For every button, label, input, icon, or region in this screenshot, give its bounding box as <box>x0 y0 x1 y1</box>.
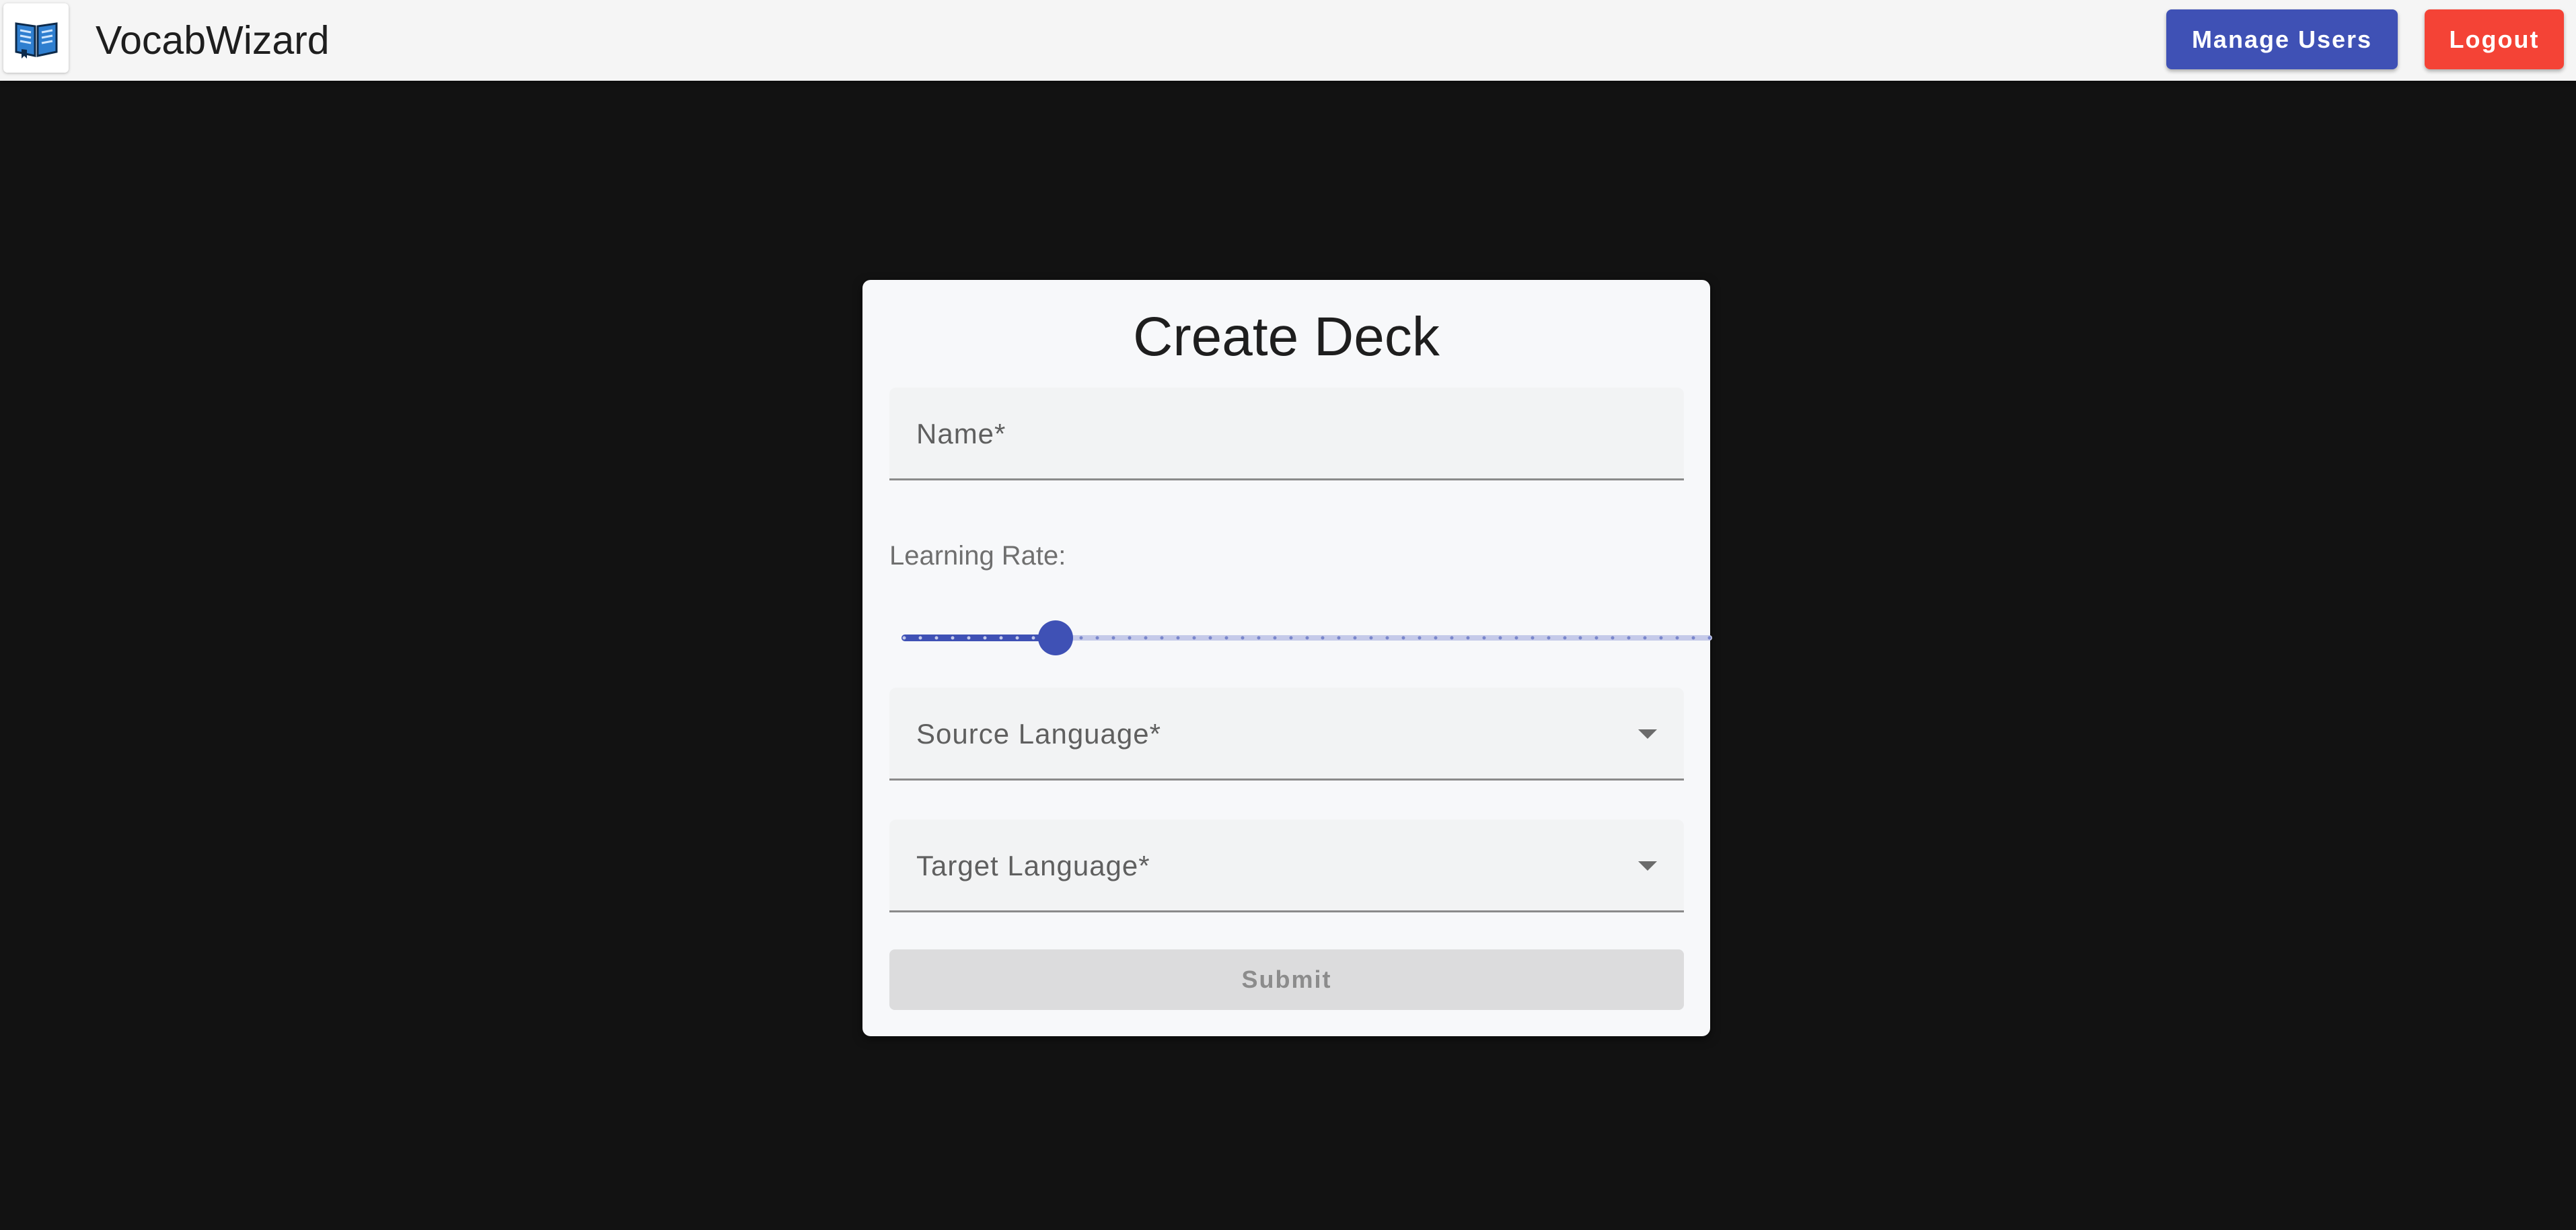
slider-tick <box>1659 636 1663 640</box>
app-title: VocabWizard <box>96 18 330 63</box>
slider-tick <box>1627 636 1631 640</box>
slider-tick <box>1691 636 1695 640</box>
slider-tick <box>1514 636 1518 640</box>
slider-tick <box>1015 636 1019 640</box>
slider-tick <box>1385 636 1389 640</box>
learning-rate-label: Learning Rate: <box>889 541 1066 571</box>
slider-tick <box>1369 636 1373 640</box>
slider-tick <box>1176 636 1180 640</box>
slider-tick <box>1208 636 1212 640</box>
name-field-label: Name* <box>916 418 1006 449</box>
slider-tick <box>967 636 971 640</box>
caret-down-icon <box>1638 729 1657 739</box>
slider-tick <box>1144 636 1148 640</box>
logout-button[interactable]: Logout <box>2425 9 2564 69</box>
slider-tick <box>918 636 922 640</box>
slider-tick <box>1241 636 1245 640</box>
slider-tick <box>1450 636 1454 640</box>
slider-tick <box>1563 636 1567 640</box>
caret-down-icon <box>1638 861 1657 871</box>
slider-tick <box>1482 636 1486 640</box>
target-language-select[interactable]: Target Language* <box>889 820 1684 912</box>
slider-tick <box>983 636 987 640</box>
slider-tick <box>1707 636 1712 640</box>
slider-tick <box>1531 636 1535 640</box>
slider-tick <box>1434 636 1438 640</box>
slider-tick <box>1594 636 1598 640</box>
slider-tick <box>1257 636 1261 640</box>
app-bar: VocabWizard Manage Users Logout <box>0 0 2576 81</box>
slider-tick <box>1643 636 1647 640</box>
slider-tick <box>1031 636 1035 640</box>
slider-tick <box>1611 636 1615 640</box>
slider-tick <box>934 636 939 640</box>
slider-tick <box>1111 636 1115 640</box>
slider-tick <box>1079 636 1083 640</box>
slider-tick <box>951 636 955 640</box>
logo[interactable] <box>3 3 69 73</box>
slider-tick <box>1095 636 1099 640</box>
slider-tick <box>1578 636 1582 640</box>
slider-tick <box>1466 636 1470 640</box>
slider-tick <box>1160 636 1164 640</box>
slider-tick <box>1337 636 1341 640</box>
create-deck-card: Create Deck Name* Learning Rate: Source … <box>862 280 1712 1036</box>
slider-tick <box>1128 636 1132 640</box>
source-language-select[interactable]: Source Language* <box>889 688 1684 781</box>
slider-tick <box>1321 636 1325 640</box>
page-title: Create Deck <box>1133 306 1440 367</box>
slider-tick <box>1305 636 1309 640</box>
slider-tick <box>1289 636 1293 640</box>
slider-tick <box>1224 636 1228 640</box>
slider-tick <box>1353 636 1357 640</box>
slider-tick <box>1192 636 1196 640</box>
slider-tick <box>1401 636 1405 640</box>
open-book-icon <box>15 22 57 59</box>
slider-tick <box>1418 636 1422 640</box>
slider-tick <box>1547 636 1551 640</box>
name-field[interactable]: Name* <box>889 388 1684 480</box>
submit-button[interactable]: Submit <box>889 949 1684 1010</box>
source-language-label: Source Language* <box>916 718 1161 750</box>
slider-tick <box>1675 636 1679 640</box>
slider-tick <box>902 636 906 640</box>
slider-thumb[interactable] <box>1038 620 1073 655</box>
learning-rate-slider[interactable] <box>901 618 1712 658</box>
target-language-label: Target Language* <box>916 850 1150 881</box>
slider-tick <box>999 636 1003 640</box>
slider-tick <box>1273 636 1277 640</box>
manage-users-button[interactable]: Manage Users <box>2166 9 2398 69</box>
slider-tick <box>1498 636 1502 640</box>
